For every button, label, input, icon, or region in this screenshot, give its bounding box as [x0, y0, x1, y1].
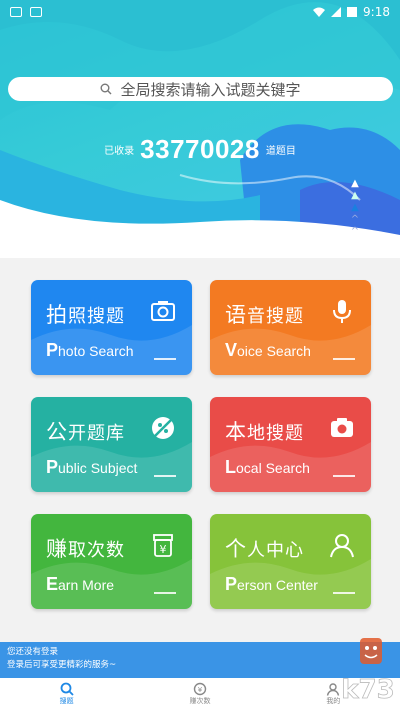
card-title: 个人中心 — [225, 537, 304, 561]
search-icon — [60, 682, 74, 696]
microphone-icon — [333, 300, 351, 323]
nav-item-search[interactable]: 搜题 — [0, 678, 133, 710]
notification-icon — [30, 7, 42, 17]
search-input[interactable]: 全局搜索请输入试题关键字 — [8, 77, 393, 101]
count-value: 33770028 — [140, 133, 260, 164]
status-time: 9:18 — [363, 5, 390, 19]
svg-text:k73: k73 — [341, 675, 394, 705]
header-hero: 9:18 全局搜索请输入试题关键字 已收录 33770028 道题目 ▲ ▲ ▲ ^ ^ — [0, 0, 400, 258]
no-tag-icon — [152, 417, 174, 439]
question-count: 已收录 33770028 道题目 — [0, 132, 400, 166]
svg-text:¥: ¥ — [160, 543, 167, 556]
earn-more-card[interactable]: 赚取次数 Earn More ¥ — [31, 514, 192, 609]
card-dash — [333, 592, 355, 594]
nav-item-label: 搜题 — [59, 697, 74, 705]
card-title: 拍照搜题 — [46, 303, 125, 327]
nav-item-label: 赚次数 — [189, 697, 211, 705]
count-prefix: 已收录 — [104, 145, 135, 157]
hero-background — [0, 0, 400, 258]
card-dash — [333, 475, 355, 477]
yen-bag-icon: ¥ — [153, 534, 173, 557]
scroll-up-indicator: ▲ ▲ ▲ ^ ^ — [350, 178, 360, 237]
card-dash — [333, 358, 355, 360]
camera-filled-icon — [331, 418, 353, 437]
login-banner-subtitle: 登录后可享受更精彩的服务~ — [7, 660, 117, 670]
voice-search-card[interactable]: 语音搜题 Voice Search — [210, 280, 371, 375]
card-subtitle: Person Center — [225, 574, 318, 594]
card-subtitle: Public Subject — [46, 457, 138, 477]
status-bar: 9:18 — [0, 0, 400, 24]
card-subtitle: Voice Search — [225, 340, 311, 360]
local-search-card[interactable]: 本地搜题 Local Search — [210, 397, 371, 492]
message-icon — [10, 7, 22, 17]
card-title: 公开题库 — [46, 420, 125, 444]
card-dash — [154, 358, 176, 360]
signal-icon — [331, 7, 342, 17]
search-placeholder: 全局搜索请输入试题关键字 — [120, 80, 301, 99]
k73-watermark-logo: k73 — [341, 638, 395, 705]
svg-text:¥: ¥ — [198, 686, 203, 694]
card-subtitle: Earn More — [46, 574, 115, 594]
search-icon — [100, 83, 112, 95]
person-center-card[interactable]: 个人中心 Person Center — [210, 514, 371, 609]
battery-icon — [347, 7, 358, 17]
card-subtitle: Photo Search — [46, 340, 134, 360]
login-banner-title: 您还没有登录 — [7, 647, 59, 657]
card-title: 赚取次数 — [46, 537, 125, 561]
card-title: 本地搜题 — [225, 420, 304, 444]
card-dash — [154, 592, 176, 594]
count-suffix: 道题目 — [265, 145, 296, 157]
card-dash — [154, 475, 176, 477]
person-icon — [330, 534, 354, 558]
camera-icon — [151, 301, 175, 321]
nav-item-earn[interactable]: ¥ 赚次数 — [133, 678, 266, 710]
card-subtitle: Local Search — [225, 457, 310, 477]
card-title: 语音搜题 — [225, 303, 304, 327]
photo-search-card[interactable]: 拍照搜题 Photo Search — [31, 280, 192, 375]
coin-icon: ¥ — [193, 682, 207, 696]
public-subject-card[interactable]: 公开题库 Public Subject — [31, 397, 192, 492]
wifi-icon — [313, 7, 326, 17]
